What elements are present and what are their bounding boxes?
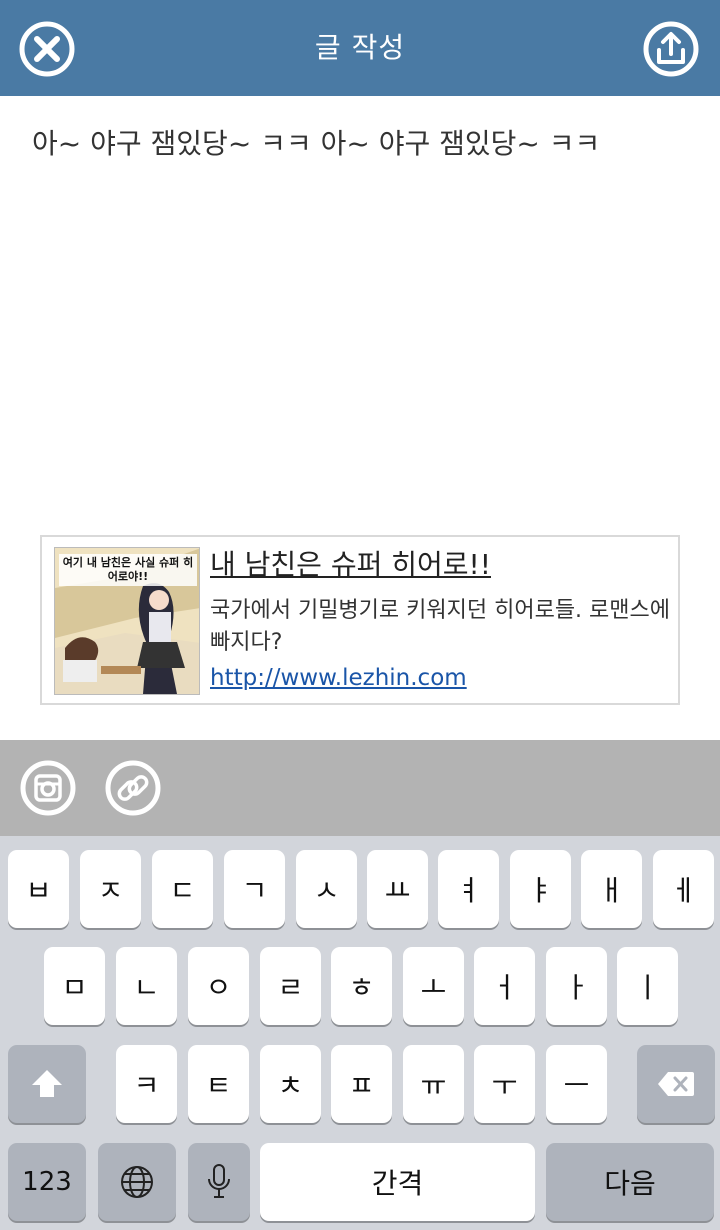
return-key[interactable]: 다음	[546, 1143, 714, 1221]
share-button[interactable]	[642, 20, 700, 78]
key[interactable]: ㅈ	[80, 850, 141, 928]
key[interactable]: ㄹ	[260, 947, 321, 1025]
instagram-button[interactable]	[20, 760, 76, 816]
link-preview-card[interactable]: 여기 내 남친은 사실 슈퍼 히어로야!! 내 남친은 슈퍼 히어로!! 국가에…	[40, 535, 680, 705]
space-key[interactable]: 간격	[260, 1143, 535, 1221]
korean-keyboard: ㅂ ㅈ ㄷ ㄱ ㅅ ㅛ ㅕ ㅑ ㅐ ㅔ ㅁ ㄴ ㅇ ㄹ ㅎ ㅗ ㅓ ㅏ ㅣ ㅋ …	[0, 836, 720, 1230]
key[interactable]: ㅠ	[403, 1045, 464, 1123]
key[interactable]: ㅣ	[617, 947, 678, 1025]
key[interactable]: ㅊ	[260, 1045, 321, 1123]
page-title: 글 작성	[314, 31, 406, 64]
key[interactable]: ㅅ	[296, 850, 357, 928]
globe-icon	[121, 1166, 153, 1198]
link-url[interactable]: http://www.lezhin.com	[210, 665, 467, 691]
link-icon	[105, 760, 161, 816]
key[interactable]: ㄴ	[116, 947, 177, 1025]
attachment-bar	[0, 740, 720, 836]
link-thumbnail: 여기 내 남친은 사실 슈퍼 히어로야!!	[54, 547, 200, 695]
thumbnail-caption: 여기 내 남친은 사실 슈퍼 히어로야!!	[59, 554, 197, 586]
post-text-area[interactable]: 아~ 야구 잼있당~ ㅋㅋ 아~ 야구 잼있당~ ㅋㅋ	[32, 122, 692, 166]
key[interactable]: ㄱ	[224, 850, 285, 928]
key[interactable]: ㅓ	[474, 947, 535, 1025]
key[interactable]: ㄷ	[152, 850, 213, 928]
share-upload-icon	[643, 21, 699, 77]
key[interactable]: ㅂ	[8, 850, 69, 928]
key[interactable]: ㅜ	[474, 1045, 535, 1123]
key[interactable]: ㅍ	[331, 1045, 392, 1123]
link-title[interactable]: 내 남친은 슈퍼 히어로!!	[210, 543, 491, 583]
key[interactable]: ㅁ	[44, 947, 105, 1025]
key[interactable]: ㅛ	[367, 850, 428, 928]
link-button[interactable]	[105, 760, 161, 816]
key[interactable]: ㅕ	[438, 850, 499, 928]
app-header: 글 작성	[0, 0, 720, 96]
key[interactable]: ㅐ	[581, 850, 642, 928]
key[interactable]: ㅌ	[188, 1045, 249, 1123]
shift-key[interactable]	[8, 1045, 86, 1123]
microphone-icon	[208, 1164, 230, 1198]
key[interactable]: ㅑ	[510, 850, 571, 928]
key[interactable]: ㅋ	[116, 1045, 177, 1123]
instagram-icon	[20, 760, 76, 816]
key[interactable]: ㅏ	[546, 947, 607, 1025]
globe-key[interactable]	[98, 1143, 176, 1221]
link-description: 국가에서 기밀병기로 키워지던 히어로들. 로맨스에 빠지다?	[210, 598, 671, 655]
backspace-icon	[658, 1072, 694, 1096]
key[interactable]: ㅇ	[188, 947, 249, 1025]
shift-arrow-icon	[32, 1070, 62, 1097]
key[interactable]: ㅗ	[403, 947, 464, 1025]
key[interactable]: ㅡ	[546, 1045, 607, 1123]
key[interactable]: ㅔ	[653, 850, 714, 928]
numbers-key[interactable]: 123	[8, 1143, 86, 1221]
key[interactable]: ㅎ	[331, 947, 392, 1025]
delete-key[interactable]	[637, 1045, 715, 1123]
microphone-key[interactable]	[188, 1143, 250, 1221]
